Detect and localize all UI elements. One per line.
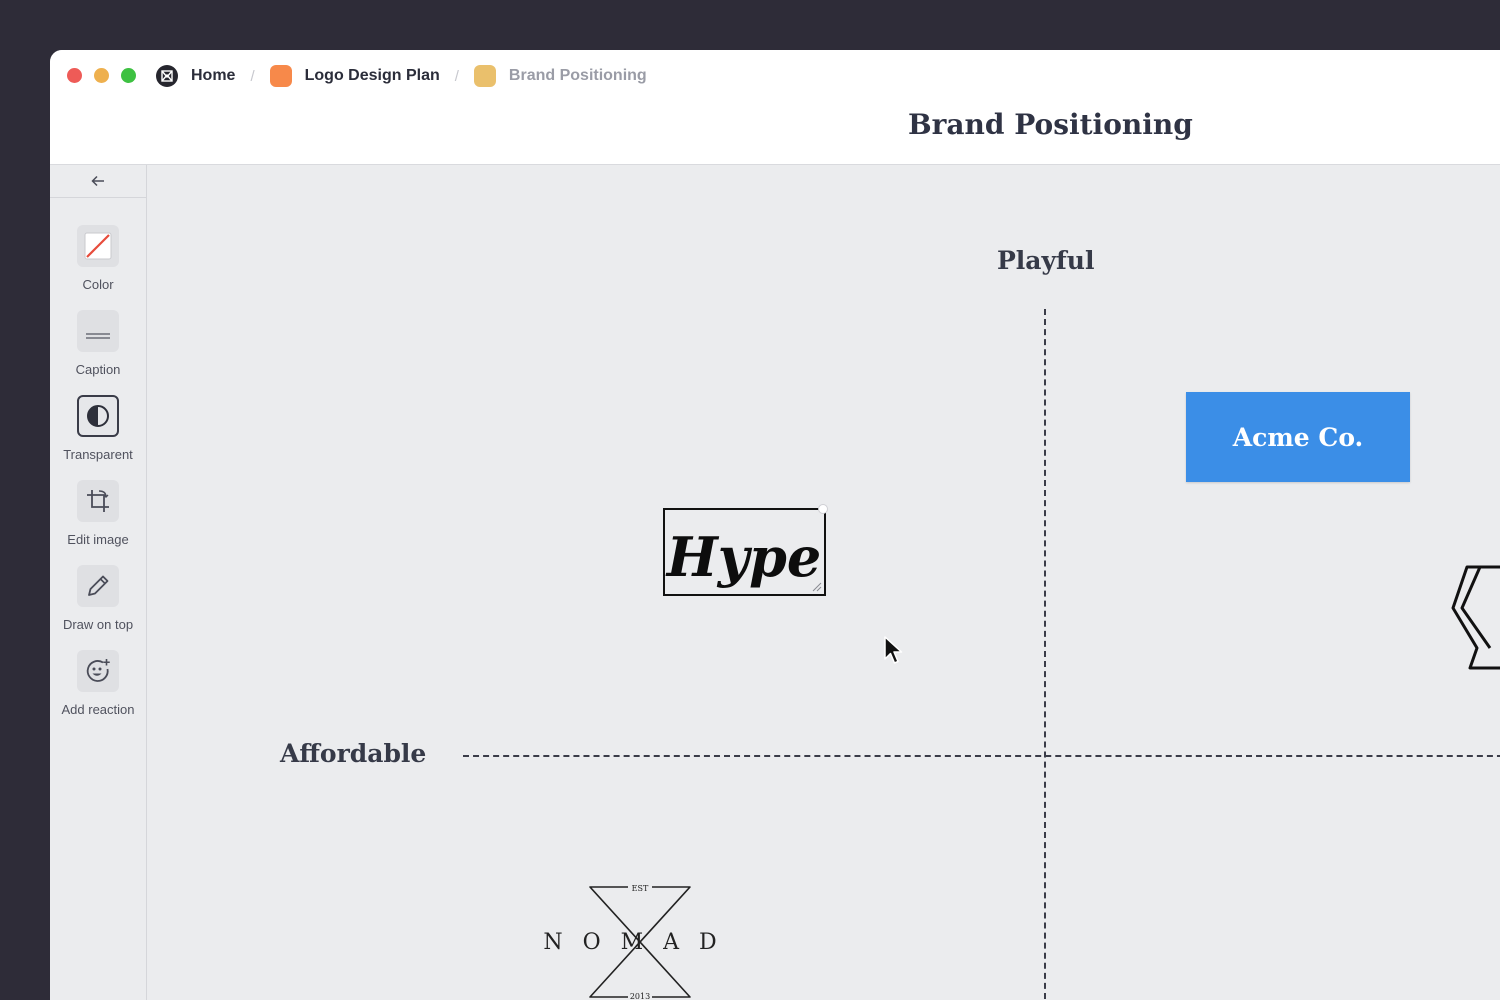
tool-caption[interactable]: Caption [50, 310, 146, 377]
axis-label-playful: Playful [997, 246, 1095, 275]
breadcrumb-logo-design-plan[interactable]: Logo Design Plan [269, 65, 440, 87]
hype-logo-card-selected[interactable]: Hype [663, 504, 828, 596]
mouse-cursor-icon [884, 636, 903, 664]
breadcrumb-home-label: Home [191, 67, 236, 84]
tool-caption-label: Caption [75, 362, 121, 377]
tool-edit-image[interactable]: Edit image [50, 480, 146, 547]
caption-icon [77, 310, 119, 352]
hype-logo-text: Hype [665, 525, 821, 589]
board-color-icon [473, 65, 496, 87]
crop-icon [77, 480, 119, 522]
resize-grip-icon[interactable] [810, 580, 822, 592]
horizontal-axis-line [463, 755, 1500, 757]
workspace-logo-icon [156, 65, 178, 87]
axis-label-affordable: Affordable [280, 739, 427, 768]
breadcrumb-separator: / [454, 67, 459, 85]
close-window-button[interactable] [67, 68, 82, 83]
breadcrumb-home[interactable]: Home [156, 65, 235, 87]
tool-color-label: Color [82, 277, 114, 292]
acme-logo-card[interactable]: Acme Co. [1186, 392, 1410, 482]
vertical-axis-line [1044, 309, 1046, 1000]
page-title: Brand Positioning [908, 108, 1193, 141]
breadcrumb: Home / Logo Design Plan / Brand Position… [156, 64, 647, 88]
tool-transparent[interactable]: Transparent [50, 395, 146, 462]
partial-logo-card[interactable] [1450, 563, 1500, 673]
selection-handle[interactable] [818, 504, 828, 514]
tool-add-reaction-label: Add reaction [61, 702, 135, 717]
breadcrumb-current-label: Brand Positioning [508, 67, 647, 84]
breadcrumb-brand-positioning[interactable]: Brand Positioning [473, 65, 647, 87]
breadcrumb-plan-label: Logo Design Plan [304, 67, 440, 84]
color-swatch-icon [77, 225, 119, 267]
app-window: Home / Logo Design Plan / Brand Position… [50, 50, 1500, 1000]
collapse-sidebar-button[interactable] [50, 165, 146, 198]
hype-logo-image: Hype [665, 525, 821, 589]
tool-draw-on-top-label: Draw on top [62, 617, 134, 632]
tool-transparent-label: Transparent [63, 447, 133, 462]
tool-add-reaction[interactable]: Add reaction [50, 650, 146, 717]
image-tools-sidebar: Color Caption Transparent Edit image Dra… [50, 165, 147, 1000]
tool-edit-image-label: Edit image [67, 532, 129, 547]
pencil-icon [77, 565, 119, 607]
acme-logo-text: Acme Co. [1232, 422, 1364, 452]
minimize-window-button[interactable] [94, 68, 109, 83]
nomad-word-text: NOMAD [543, 930, 736, 955]
arrow-left-icon [91, 175, 104, 187]
nomad-year-text: 2013 [630, 992, 650, 1000]
title-bar: Home / Logo Design Plan / Brand Position… [50, 50, 1500, 165]
board-color-icon [269, 65, 292, 87]
contrast-icon [77, 395, 119, 437]
maximize-window-button[interactable] [121, 68, 136, 83]
breadcrumb-separator: / [250, 67, 255, 85]
emoji-add-icon [77, 650, 119, 692]
tool-color[interactable]: Color [50, 225, 146, 292]
tool-draw-on-top[interactable]: Draw on top [50, 565, 146, 632]
nomad-logo-card[interactable]: EST 2013 NOMAD [542, 883, 742, 1000]
board-canvas[interactable]: Playful Affordable Acme Co. Hype EST 201… [147, 165, 1500, 1000]
nomad-est-text: EST [632, 884, 649, 893]
